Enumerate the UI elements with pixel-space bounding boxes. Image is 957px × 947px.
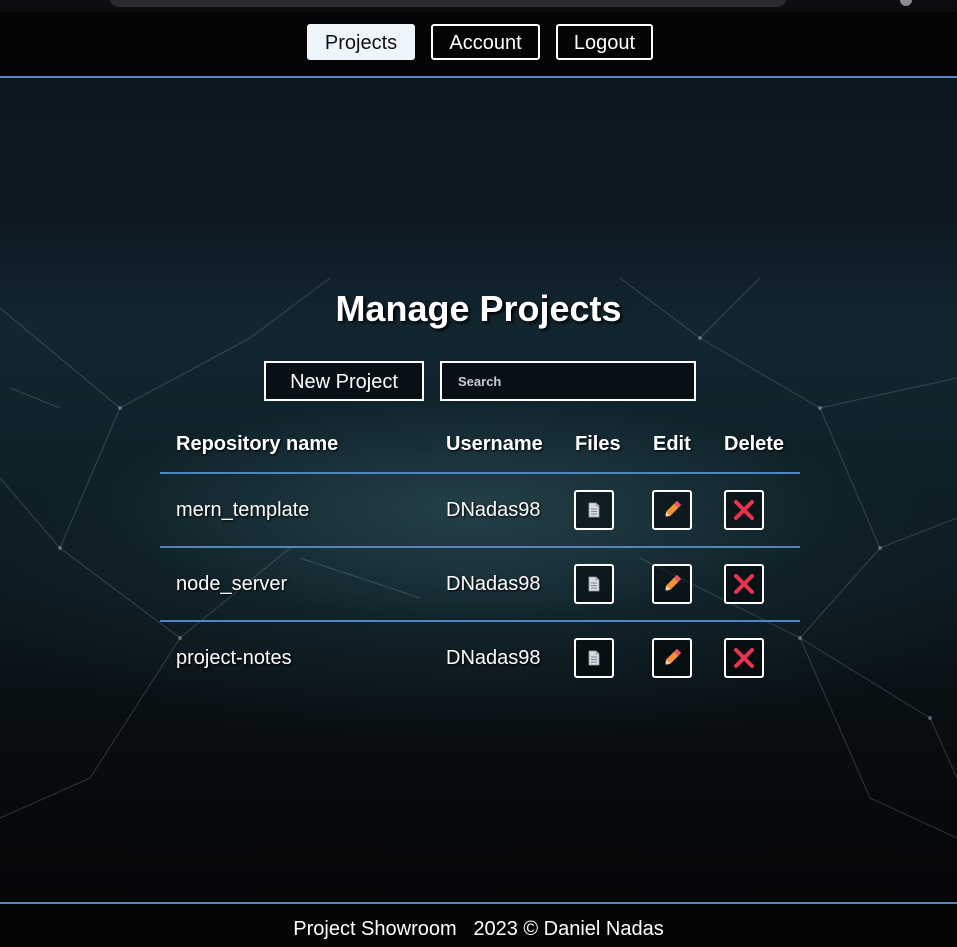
- row-divider: [160, 546, 800, 548]
- header-files: Files: [575, 433, 621, 455]
- pencil-icon: [664, 500, 682, 518]
- username-cell: DNadas98: [446, 499, 541, 521]
- header-edit: Edit: [653, 433, 691, 455]
- page-title: Manage Projects: [335, 288, 622, 329]
- header-delete: Delete: [724, 433, 785, 455]
- edit-button[interactable]: [652, 638, 692, 678]
- footer-spacer: [457, 918, 474, 940]
- nav-projects-button[interactable]: Projects: [307, 24, 415, 60]
- edit-button[interactable]: [652, 490, 692, 530]
- hero-background: Manage Projects New Project Repository n…: [0, 78, 957, 902]
- browser-top-strip: [0, 0, 957, 12]
- search-input[interactable]: [440, 361, 696, 401]
- header-divider: [160, 472, 800, 474]
- profile-icon: [900, 0, 912, 6]
- page: Projects Account Logout Manage Projects …: [0, 0, 957, 947]
- repository-name-cell: node_server: [176, 573, 288, 595]
- files-button[interactable]: [574, 638, 614, 678]
- network-lines-decoration: [0, 277, 957, 839]
- pencil-icon: [664, 648, 682, 666]
- files-button[interactable]: [574, 564, 614, 604]
- file-icon: [588, 502, 600, 518]
- files-button[interactable]: [574, 490, 614, 530]
- row-divider: [160, 620, 800, 622]
- repository-name-cell: project-notes: [176, 647, 292, 669]
- file-icon: [588, 576, 600, 592]
- delete-button[interactable]: [724, 490, 764, 530]
- footer-app-name: Project Showroom: [293, 918, 457, 940]
- cross-icon: [734, 648, 754, 668]
- edit-button[interactable]: [652, 564, 692, 604]
- username-cell: DNadas98: [446, 573, 541, 595]
- nav-logout-button[interactable]: Logout: [556, 24, 653, 60]
- nav-account-button[interactable]: Account: [431, 24, 540, 60]
- cross-icon: [734, 500, 754, 520]
- header-username: Username: [446, 433, 543, 455]
- username-cell: DNadas98: [446, 647, 541, 669]
- file-icon: [588, 650, 600, 666]
- header-repository-name: Repository name: [176, 433, 339, 455]
- cross-icon: [734, 574, 754, 594]
- navbar: Projects Account Logout: [0, 12, 957, 78]
- delete-button[interactable]: [724, 564, 764, 604]
- new-project-button[interactable]: New Project: [264, 361, 424, 401]
- footer: Project Showroom 2023 © Daniel Nadas: [0, 902, 957, 947]
- delete-button[interactable]: [724, 638, 764, 678]
- pencil-icon: [664, 574, 682, 592]
- address-bar-remnant: [110, 0, 786, 7]
- repository-name-cell: mern_template: [176, 499, 310, 521]
- footer-copyright: 2023 © Daniel Nadas: [473, 918, 664, 940]
